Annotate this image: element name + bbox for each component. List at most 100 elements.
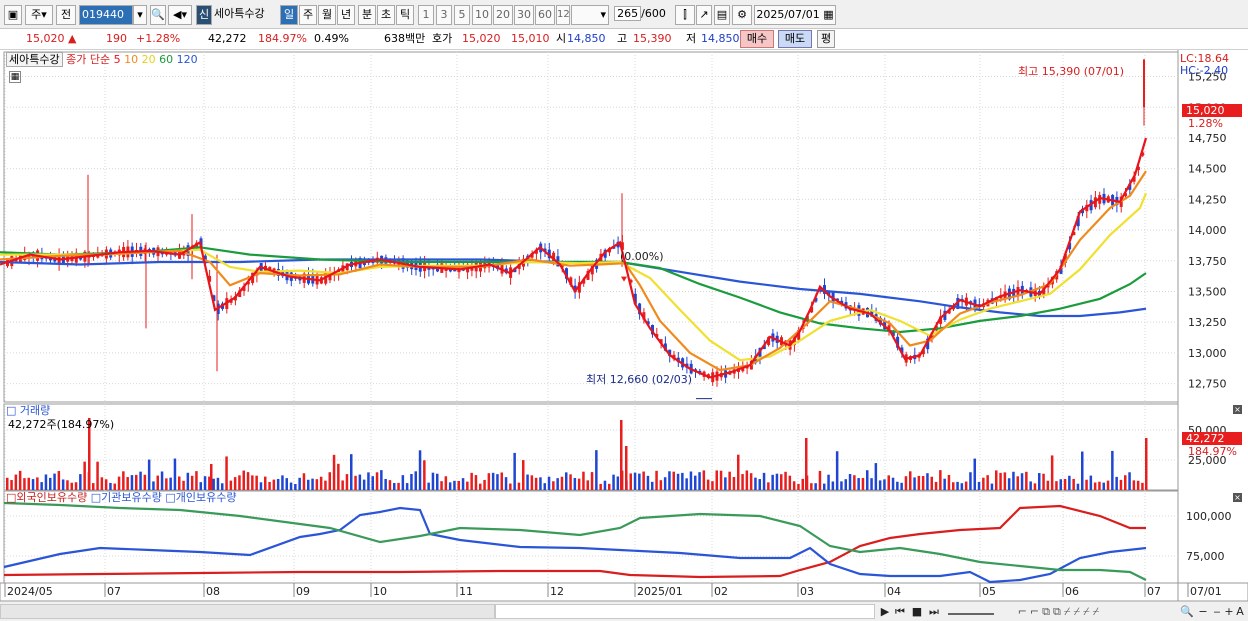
drawing-icon[interactable]: ↗ [696, 5, 712, 25]
dash-icon[interactable]: ‒ [1211, 604, 1223, 620]
sound-icon[interactable]: ◀▾ [168, 5, 192, 25]
current-pct-tag: 1.28% [1188, 117, 1223, 130]
volume-bar [1119, 479, 1123, 490]
volume-bar [762, 472, 766, 490]
save-icon[interactable]: ▤ [714, 5, 730, 25]
volume-bar [577, 478, 581, 490]
period-week[interactable]: 주 [299, 5, 317, 25]
low-price: 14,850 [701, 32, 740, 45]
volume-bar [14, 474, 18, 490]
mode-select[interactable]: 주▾ [25, 5, 53, 25]
volume-bar [676, 473, 680, 490]
scroll-thumb[interactable] [495, 604, 875, 619]
volume-bar [393, 483, 396, 490]
interval-60[interactable]: 60 [535, 5, 555, 25]
volume-spike [1145, 438, 1148, 490]
volume-bar [719, 470, 723, 490]
first-icon[interactable]: ⏮ [893, 604, 907, 620]
plus-icon[interactable]: + [1224, 604, 1234, 620]
panel-menu-icon[interactable]: ▦ [9, 71, 21, 83]
interval-dropdown[interactable]: ▾ [571, 5, 609, 25]
close-volume-icon[interactable]: × [1233, 405, 1242, 414]
stock-name: 세아특수강 [214, 7, 265, 20]
volume-bar [651, 481, 654, 490]
count-total: /600 [641, 7, 666, 20]
code-input[interactable]: 019440 [79, 5, 133, 25]
volume-bar [706, 479, 710, 490]
volume-title-text: 거래량 [19, 404, 51, 417]
volume-bar [1020, 473, 1024, 490]
volume-bar [470, 472, 473, 490]
volume-bar [1038, 473, 1041, 490]
volume-bar [741, 474, 744, 490]
scroll-right-icon[interactable]: ▶ [878, 604, 892, 620]
low-label: 저 [686, 32, 697, 45]
close-holding-icon[interactable]: × [1233, 493, 1242, 502]
interval-10[interactable]: 10 [472, 5, 492, 25]
interval-30[interactable]: 30 [514, 5, 534, 25]
period-tick[interactable]: 틱 [396, 5, 414, 25]
interval-20[interactable]: 20 [493, 5, 513, 25]
period-month[interactable]: 월 [318, 5, 336, 25]
volume-bar [1050, 455, 1054, 490]
interval-3[interactable]: 3 [436, 5, 452, 25]
volume-bar [1124, 475, 1127, 490]
volume-bar [986, 475, 989, 490]
period-year[interactable]: 년 [337, 5, 355, 25]
volume-bar [573, 477, 577, 490]
ma60-label: 60 [159, 53, 174, 66]
stop-icon[interactable]: ■ [910, 604, 924, 620]
volume-bar [6, 477, 9, 490]
stock-name-tag[interactable]: 세아특수강 [6, 52, 63, 67]
prev-button[interactable]: 전 [56, 5, 76, 25]
zoom-slider[interactable] [948, 605, 994, 615]
volume-bar [289, 482, 293, 490]
flat-button[interactable]: 평 [817, 30, 835, 48]
period-minute[interactable]: 분 [358, 5, 376, 25]
search-icon[interactable]: 🔍 [150, 5, 166, 25]
volume-bar [1076, 483, 1080, 490]
volume-bar [685, 478, 688, 490]
interval-120[interactable]: 120 [556, 5, 570, 25]
scroll-track[interactable] [0, 604, 495, 619]
buy-button[interactable]: 매수 [740, 30, 774, 48]
candle-icon[interactable]: ⫿ [675, 5, 695, 25]
period-day[interactable]: 일 [280, 5, 298, 25]
volume-bar [436, 473, 439, 490]
volume-bar [315, 479, 319, 490]
zoom-icon[interactable]: 🔍 [1180, 604, 1194, 620]
volume-bar [866, 470, 869, 490]
sell-button[interactable]: 매도 [778, 30, 812, 48]
code-dropdown-icon[interactable]: ▾ [133, 5, 147, 25]
interval-1[interactable]: 1 [418, 5, 434, 25]
volume-bar [534, 477, 538, 490]
layout-icon[interactable]: ▣ [4, 5, 22, 25]
date-input[interactable]: 2025/07/01 ▦ [754, 5, 836, 25]
new-badge[interactable]: 신 [196, 5, 212, 25]
volume-bar [147, 459, 151, 490]
interval-5[interactable]: 5 [454, 5, 470, 25]
volume-bar [238, 475, 241, 490]
x-tick-label: 02 [714, 585, 728, 598]
last-icon[interactable]: ⏭ [927, 604, 941, 620]
volume-bar [165, 478, 168, 490]
x-tick-label: 10 [373, 585, 387, 598]
volume-bar [590, 472, 594, 490]
settings-icon[interactable]: ⚙ [732, 5, 752, 25]
minus-icon[interactable]: − [1197, 604, 1209, 620]
volume-bar [1003, 472, 1007, 490]
volume-bar [169, 477, 172, 490]
period-second[interactable]: 초 [377, 5, 395, 25]
volume-bar [896, 481, 899, 490]
volume-bar [663, 477, 667, 490]
chart-area[interactable]: 15,25015,00014,75014,50014,25014,00013,7… [0, 50, 1248, 601]
volume-bar [745, 470, 749, 490]
font-icon[interactable]: A [1234, 604, 1246, 620]
volume-bar [367, 472, 370, 490]
volume-bar [1093, 482, 1097, 490]
tool-icons[interactable]: ⌐⌐⧉⧉⌿⌿⌿⌿ [1000, 604, 1120, 620]
price-chart-svg[interactable]: 15,25015,00014,75014,50014,25014,00013,7… [0, 50, 1248, 601]
x-tick-label: 09 [296, 585, 310, 598]
volume-bar [341, 480, 344, 490]
volume-bar [298, 477, 301, 490]
